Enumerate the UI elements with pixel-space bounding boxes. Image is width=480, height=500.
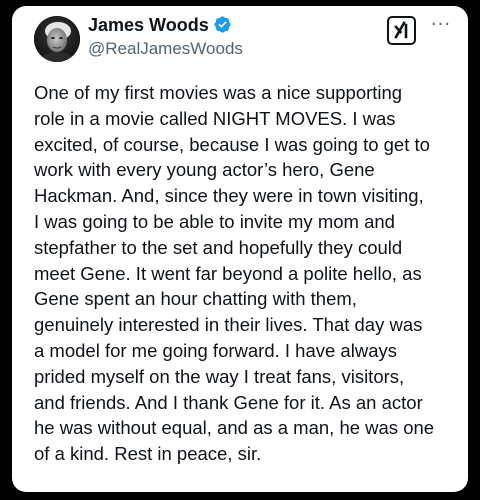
post-text-line: prided myself on the way I treat fans, v… <box>34 365 405 387</box>
post-text-line: work with every young actor’s hero, Gene <box>34 159 375 181</box>
post-text-line: and friends. And I thank Gene for it. As… <box>34 391 423 413</box>
screenshot-frame: James Woods @RealJamesWoods ··· One of m… <box>0 0 480 500</box>
author-name[interactable]: James Woods <box>88 14 232 36</box>
post-text-line: Gene spent an hour chatting with them, <box>34 288 357 310</box>
post-text-line: of a kind. Rest in peace, sir. <box>34 443 262 465</box>
avatar[interactable] <box>34 16 80 62</box>
post-text-line: meet Gene. It went far beyond a polite h… <box>34 262 422 284</box>
post-text: One of my first movies was a nice suppor… <box>34 80 462 467</box>
post-card: James Woods @RealJamesWoods ··· One of m… <box>12 6 468 492</box>
post-text-line: genuinely interested in their lives. Tha… <box>34 314 423 336</box>
author-handle[interactable]: @RealJamesWoods <box>88 39 243 59</box>
author-name-text: James Woods <box>88 15 209 35</box>
post-text-line: stepfather to the set and hopefully they… <box>34 236 403 258</box>
more-options-button[interactable]: ··· <box>428 16 454 34</box>
more-icon: ··· <box>430 14 452 35</box>
avatar-photo <box>34 16 80 62</box>
post-text-line: role in a movie called NIGHT MOVES. I wa… <box>34 107 396 129</box>
post-text-line: a model for me going forward. I have alw… <box>34 339 397 361</box>
grok-button[interactable] <box>387 16 416 45</box>
post-text-line: One of my first movies was a nice suppor… <box>34 82 403 103</box>
post-text-line: I was going to be able to invite my mom … <box>34 210 395 232</box>
post-text-line: he was without equal, and as a man, he w… <box>34 417 435 439</box>
verified-badge-icon <box>214 16 231 33</box>
post-text-line: excited, of course, because I was going … <box>34 133 430 155</box>
post-text-line: Hackman. And, since they were in town vi… <box>34 185 424 207</box>
grok-icon <box>394 21 408 39</box>
